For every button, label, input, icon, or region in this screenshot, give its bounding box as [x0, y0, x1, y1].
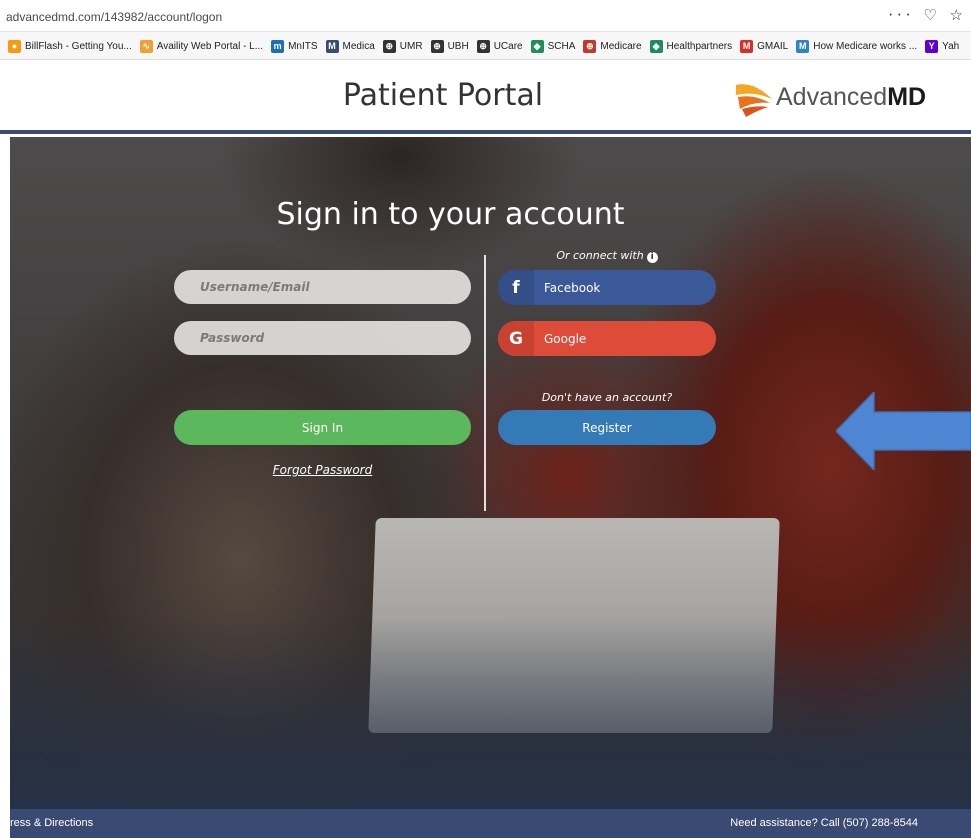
register-button[interactable]: Register [498, 410, 716, 445]
facebook-login-button[interactable]: f Facebook [498, 270, 716, 305]
signin-panel: Sign in to your account Sign In Forgot P… [10, 137, 971, 809]
bookmark-label: BillFlash - Getting You... [25, 40, 132, 52]
logo-text: AdvancedMD [776, 82, 927, 111]
sign-in-button[interactable]: Sign In [174, 410, 471, 445]
mnits-icon: m [271, 39, 285, 53]
yahoo-icon: Y [925, 39, 939, 53]
bookmark-item[interactable]: ◆ SCHA [530, 32, 576, 59]
medicare-works-icon: M [796, 39, 810, 53]
forgot-password-link[interactable]: Forgot Password [174, 463, 471, 477]
globe-icon: ⊕ [382, 39, 396, 53]
assistance-phone-text: Need assistance? Call (507) 288-8544 [730, 817, 918, 829]
bookmark-item[interactable]: M GMAIL [740, 32, 789, 59]
connect-with-label: Or connect with i [498, 249, 716, 263]
bookmark-label: SCHA [547, 40, 576, 52]
url-text[interactable]: advancedmd.com/143982/account/logon [6, 10, 222, 24]
google-login-button[interactable]: G Google [498, 321, 716, 356]
bookmark-label: Medica [342, 40, 375, 52]
page-actions-icons[interactable]: ··· ♡ ☆ [888, 6, 967, 24]
address-directions-link[interactable]: ress & Directions [10, 817, 93, 829]
medica-icon: M [325, 39, 339, 53]
scha-icon: ◆ [530, 39, 544, 53]
connect-with-text: Or connect with [556, 249, 644, 262]
signin-title: Sign in to your account [276, 197, 625, 232]
username-email-input[interactable] [174, 270, 471, 304]
globe-icon: ⊕ [476, 39, 490, 53]
browser-url-bar[interactable]: advancedmd.com/143982/account/logon ··· … [0, 0, 971, 32]
billflash-icon: ● [8, 39, 21, 53]
advancedmd-logo-icon [736, 84, 772, 117]
password-input[interactable] [174, 321, 471, 355]
bookmarks-bar: ● BillFlash - Getting You... ∿ Availity Web… [0, 32, 971, 60]
bookmark-item[interactable]: M How Medicare works ... [796, 32, 918, 59]
facebook-label: Facebook [544, 280, 601, 295]
hero-background: Sign in to your account Sign In Forgot P… [10, 137, 971, 809]
bookmark-item[interactable]: ◈ Healthpartners [649, 32, 733, 59]
no-account-text: Don't have an account? [541, 391, 673, 404]
portal-header: Patient Portal AdvancedMD [0, 60, 971, 134]
bookmark-label: UCare [493, 40, 523, 52]
bookmark-label: Healthpartners [666, 40, 733, 52]
google-icon: G [498, 321, 534, 356]
gmail-icon: M [740, 39, 754, 53]
bookmark-label: Availity Web Portal - L... [156, 40, 264, 52]
advancedmd-logo[interactable]: AdvancedMD [734, 74, 926, 120]
bookmark-label: MnITS [288, 40, 318, 52]
availity-icon: ∿ [139, 39, 153, 53]
bookmark-item[interactable]: ● BillFlash - Getting You... [8, 32, 132, 59]
google-label: Google [544, 331, 587, 346]
bookmark-label: UBH [447, 40, 469, 52]
bookmark-item[interactable]: ⊕ UBH [430, 32, 469, 59]
bookmark-item[interactable]: ∿ Availity Web Portal - L... [139, 32, 264, 59]
bookmark-label: Medicare [600, 40, 642, 52]
healthpartners-icon: ◈ [649, 39, 663, 53]
left-arrow-icon [836, 392, 971, 470]
panel-divider [484, 255, 486, 511]
bookmark-item[interactable]: ⊕ UMR [382, 32, 423, 59]
bookmark-item[interactable]: ⊕ UCare [476, 32, 523, 59]
bookmark-label: GMAIL [757, 40, 789, 52]
bookmark-label: Yah [942, 40, 960, 52]
bookmark-item[interactable]: Y Yah [925, 32, 960, 59]
bookmark-item[interactable]: M Medica [325, 32, 375, 59]
bookmark-label: How Medicare works ... [813, 40, 918, 52]
info-icon[interactable]: i [646, 252, 658, 263]
footer-bar: ress & Directions Need assistance? Call … [10, 809, 971, 838]
bookmark-label: UMR [399, 40, 423, 52]
bookmark-item[interactable]: ⊕ Medicare [583, 32, 642, 59]
bookmark-item[interactable]: m MnITS [271, 32, 318, 59]
facebook-icon: f [498, 270, 534, 305]
globe-icon: ⊕ [430, 39, 444, 53]
medicare-icon: ⊕ [583, 39, 597, 53]
